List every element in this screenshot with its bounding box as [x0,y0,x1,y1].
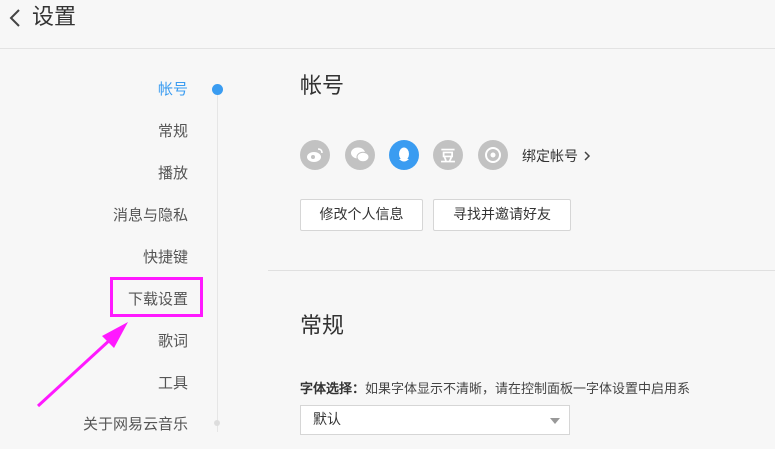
find-friends-button[interactable]: 寻找并邀请好友 [433,199,571,231]
section-divider [268,270,775,271]
other-account-icon[interactable] [478,140,508,170]
chevron-down-icon [550,418,560,424]
weibo-icon[interactable] [300,140,330,170]
qq-icon[interactable] [389,140,419,170]
account-section-title: 帐号 [300,74,345,99]
font-selection-label: 字体选择：如果字体显示不清晰，请在控制面板一字体设置中启用系 [300,382,691,397]
general-section-title: 常规 [300,314,345,339]
font-select[interactable]: 默认 [300,405,570,435]
edit-profile-button[interactable]: 修改个人信息 [300,199,423,231]
chevron-right-icon [584,151,591,161]
douban-icon[interactable]: 豆 [433,140,463,170]
bind-account-link[interactable]: 绑定帐号 [522,146,592,166]
wechat-icon[interactable] [345,140,375,170]
